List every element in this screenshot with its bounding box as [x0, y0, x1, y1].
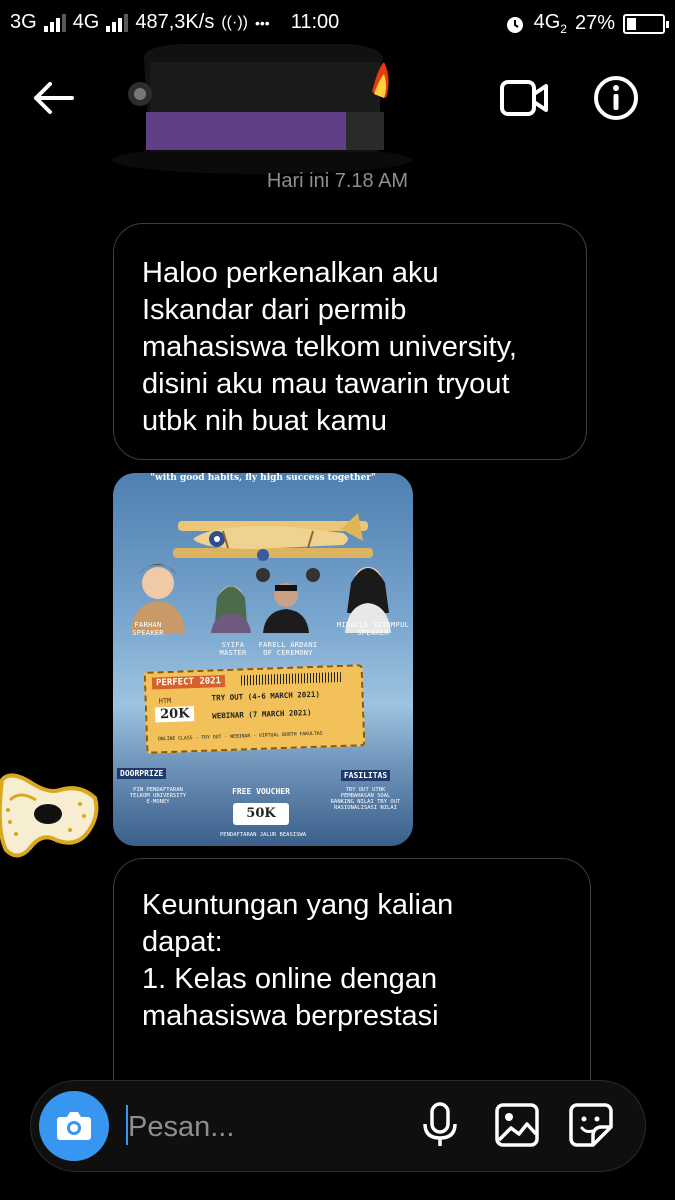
- doorprize-title: DOORPRIZE: [117, 768, 167, 779]
- ticket-title: PERFECT 2021: [151, 675, 226, 690]
- gallery-icon: [495, 1103, 539, 1147]
- voice-message-button[interactable]: [420, 1100, 460, 1150]
- speaker-3-caption: FARELL ARDANI OF CEREMONY: [253, 641, 323, 657]
- poster-ticket: PERFECT 2021 HTM 20K TRY OUT (4-6 MARCH …: [143, 664, 366, 754]
- camera-icon: [57, 1112, 91, 1140]
- hat-sticker: [112, 44, 412, 174]
- voucher-title: FREE VOUCHER: [232, 787, 290, 796]
- microphone-icon: [423, 1102, 457, 1146]
- ticket-price: 20K: [154, 706, 195, 723]
- voucher-value: 50K: [233, 803, 289, 825]
- network-3g-label: 3G: [10, 11, 37, 33]
- speaker-3-role: OF CEREMONY: [263, 649, 313, 657]
- voucher-note: PENDAFTARAN JALUR BEASISWA: [219, 832, 307, 838]
- sticker-button[interactable]: [568, 1102, 614, 1148]
- status-right: 4G2 27%: [504, 11, 669, 36]
- info-button[interactable]: [592, 74, 640, 122]
- gallery-button[interactable]: [494, 1102, 540, 1148]
- alarm-icon: [506, 16, 523, 33]
- ticket-features: ONLINE CLASS - TRY OUT - WEBINAR - VIRTU…: [157, 731, 323, 743]
- message-input[interactable]: [126, 1102, 410, 1152]
- clock: 11:00: [290, 11, 340, 33]
- speaker-1-caption: FARHAN SPEAKER: [118, 621, 178, 637]
- camera-button[interactable]: [39, 1091, 109, 1161]
- poster-tagline: "with good habits, fly high success toge…: [150, 473, 376, 483]
- battery-percent: 27%: [574, 12, 615, 34]
- network-4g-label: 4G: [72, 11, 100, 33]
- battery-icon: [623, 13, 669, 34]
- status-bar: 3G 4G 487,3K/s ((·)) ••• 11:00 4G2 27%: [0, 0, 675, 46]
- speaker-1-role: SPEAKER: [132, 629, 164, 637]
- sticker-icon: [569, 1103, 613, 1147]
- doorprize-section: DOORPRIZE PIN PENDAFTARAN TELKOM UNIVERS…: [113, 763, 203, 805]
- status-left: 3G 4G 487,3K/s ((·)) ••• 11:00: [10, 11, 339, 34]
- signal-icon-2: [106, 13, 129, 32]
- speaker-photos: [131, 564, 391, 633]
- more-notifications-icon: •••: [254, 14, 270, 31]
- speaker-1-name: FARHAN: [134, 621, 162, 629]
- masquerade-mask-sticker: [0, 773, 99, 858]
- ticket-htm-label: HTM: [158, 696, 172, 706]
- speaker-2-name: SYIFA: [221, 641, 245, 649]
- signal-icon: [43, 13, 66, 32]
- message-text: Haloo perkenalkan aku Iskandar dari perm…: [142, 257, 517, 437]
- network-4g2-label: 4G2: [533, 11, 567, 36]
- speaker-4-name: MIRACLE SITOMPUL: [336, 621, 410, 629]
- speaker-4-caption: MIRACLE SITOMPUL SPEAKER: [333, 621, 413, 637]
- fasilitas-items: TRY OUT UTBK PEMBAHASAN SOAL RANKING NIL…: [330, 787, 401, 811]
- ticket-tryout: TRY OUT (4-6 MARCH 2021): [211, 689, 321, 703]
- message-timestamp: Hari ini 7.18 AM: [266, 170, 409, 192]
- doorprize-items: PIN PENDAFTARAN TELKOM UNIVERSITY E-MONE…: [129, 787, 187, 805]
- back-arrow-icon: [34, 82, 74, 114]
- ticket-webinar: WEBINAR (7 MARCH 2021): [212, 708, 312, 721]
- info-icon: [594, 76, 638, 120]
- message-bubble[interactable]: Haloo perkenalkan aku Iskandar dari perm…: [113, 223, 587, 460]
- fasilitas-title: FASILITAS: [340, 770, 391, 781]
- speaker-4-role: SPEAKER: [357, 629, 389, 637]
- speaker-3-name: FARELL ARDANI: [258, 641, 318, 649]
- video-call-icon: [500, 80, 548, 116]
- network-speed: 487,3K/s: [135, 11, 215, 33]
- message-text: Keuntungan yang kalian dapat: 1. Kelas o…: [142, 889, 454, 1032]
- back-button[interactable]: [28, 76, 78, 120]
- speaker-2-role: MASTER: [219, 649, 247, 657]
- ticket-barcode: [240, 671, 342, 686]
- speaker-2-caption: SYIFA MASTER: [208, 641, 258, 657]
- message-bubble[interactable]: Keuntungan yang kalian dapat: 1. Kelas o…: [113, 858, 591, 1118]
- poster-image-message[interactable]: "with good habits, fly high success toge…: [113, 473, 413, 846]
- fasilitas-section: FASILITAS TRY OUT UTBK PEMBAHASAN SOAL R…: [318, 765, 413, 811]
- video-call-button[interactable]: [498, 74, 552, 122]
- hotspot-icon: ((·)): [221, 13, 248, 31]
